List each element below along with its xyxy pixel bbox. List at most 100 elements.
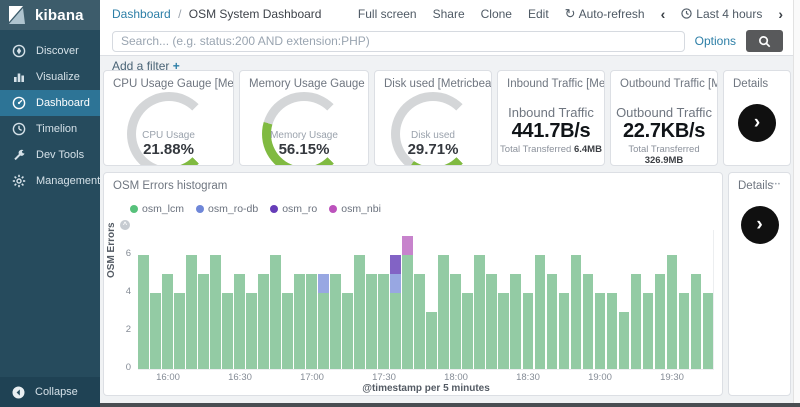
panel-title: Disk used [Metricbeat Syst...: [375, 71, 491, 90]
histogram-bar[interactable]: [198, 274, 209, 369]
y-axis-ticks: 0246: [118, 230, 134, 368]
histogram-bar[interactable]: [691, 274, 702, 369]
details-button[interactable]: ›: [738, 104, 776, 142]
histogram-bar[interactable]: [438, 255, 449, 369]
x-tick-label: 19:30: [660, 372, 684, 383]
time-back-button[interactable]: ‹: [661, 6, 666, 22]
disk-gauge[interactable]: Disk used 29.71%: [391, 92, 475, 162]
histogram-bar[interactable]: [607, 293, 618, 369]
legend-item-osm_ro[interactable]: osm_ro: [270, 203, 317, 215]
bar-segment-osm_lcm: [234, 274, 245, 369]
legend-toggle-icon[interactable]: ^: [120, 220, 130, 230]
histogram-bar[interactable]: [402, 236, 413, 369]
sidebar-item-dashboard[interactable]: Dashboard: [0, 90, 100, 116]
legend-item-osm_ro-db[interactable]: osm_ro-db: [196, 203, 258, 215]
y-tick-label: 2: [126, 324, 131, 335]
histogram-bar[interactable]: [535, 255, 546, 369]
time-range-picker[interactable]: Last 4 hours: [681, 7, 762, 21]
histogram-bar[interactable]: [703, 293, 714, 369]
histogram-bar[interactable]: [595, 293, 606, 369]
search-input[interactable]: [112, 31, 685, 52]
histogram-bar[interactable]: [583, 274, 594, 369]
search-button[interactable]: [746, 30, 783, 52]
histogram-bar[interactable]: [282, 293, 293, 369]
clone-button[interactable]: Clone: [481, 7, 512, 21]
timelion-clock-icon: [12, 122, 26, 136]
histogram-bar[interactable]: [366, 274, 377, 369]
histogram-bar[interactable]: [643, 293, 654, 369]
bar-segment-osm_lcm: [462, 293, 473, 369]
histogram-bar[interactable]: [162, 274, 173, 369]
histogram-bar[interactable]: [547, 274, 558, 369]
share-button[interactable]: Share: [433, 7, 465, 21]
auto-refresh-button[interactable]: ↻Auto-refresh: [565, 6, 645, 22]
histogram-bar[interactable]: [414, 274, 425, 369]
options-link[interactable]: Options: [695, 34, 736, 48]
histogram-bar[interactable]: [450, 274, 461, 369]
sidebar-item-management[interactable]: Management: [0, 168, 100, 194]
histogram-bar[interactable]: [486, 274, 497, 369]
bar-segment-osm_lcm: [270, 255, 281, 369]
histogram-bar[interactable]: [390, 255, 401, 369]
bar-segment-osm_lcm: [583, 274, 594, 369]
histogram-bar[interactable]: [186, 255, 197, 369]
full-screen-button[interactable]: Full screen: [358, 7, 417, 21]
sidebar-item-visualize[interactable]: Visualize: [0, 64, 100, 90]
histogram-bar[interactable]: [210, 255, 221, 369]
histogram-bar[interactable]: [306, 274, 317, 369]
details-button[interactable]: ›: [741, 206, 779, 244]
cpu-gauge[interactable]: CPU Usage 21.88%: [127, 92, 211, 162]
histogram-bar[interactable]: [342, 293, 353, 369]
histogram-bar[interactable]: [462, 293, 473, 369]
histogram-bar[interactable]: [318, 274, 329, 369]
histogram-bar[interactable]: [246, 293, 257, 369]
memory-gauge[interactable]: Memory Usage 56.15%: [262, 92, 346, 162]
bar-segment-osm_lcm: [426, 312, 437, 369]
histogram-bar[interactable]: [426, 312, 437, 369]
histogram-bar[interactable]: [631, 274, 642, 369]
histogram-bar[interactable]: [258, 274, 269, 369]
histogram-bar[interactable]: [510, 274, 521, 369]
histogram-bar[interactable]: [498, 293, 509, 369]
histogram-bar[interactable]: [138, 255, 149, 369]
histogram-bar[interactable]: [234, 274, 245, 369]
sidebar-collapse-button[interactable]: Collapse: [0, 377, 100, 407]
histogram-bar[interactable]: [619, 312, 630, 369]
histogram-bar[interactable]: [330, 274, 341, 369]
breadcrumb-dashboard-link[interactable]: Dashboard: [112, 7, 171, 21]
sidebar-item-discover[interactable]: Discover: [0, 38, 100, 64]
legend-dot: [329, 205, 337, 213]
histogram-bar[interactable]: [222, 293, 233, 369]
histogram-bar[interactable]: [571, 255, 582, 369]
legend-dot: [270, 205, 278, 213]
histogram-bar[interactable]: [150, 293, 161, 369]
sidebar-item-label: Dev Tools: [36, 149, 84, 161]
legend-item-osm_lcm[interactable]: osm_lcm: [130, 203, 184, 215]
panel-menu-icon[interactable]: •••: [772, 182, 781, 188]
kibana-logo[interactable]: kibana: [0, 0, 100, 30]
refresh-icon: ↻: [565, 6, 576, 21]
window-bottom-edge: [100, 403, 800, 407]
histogram-bar[interactable]: [270, 255, 281, 369]
sidebar-item-devtools[interactable]: Dev Tools: [0, 142, 100, 168]
metric-label: Inbound Traffic: [498, 105, 604, 120]
histogram-bar[interactable]: [378, 274, 389, 369]
histogram-bar[interactable]: [294, 274, 305, 369]
sidebar: kibana Discover Visualize Dashboard: [0, 0, 100, 407]
histogram-bar[interactable]: [679, 293, 690, 369]
sidebar-item-timelion[interactable]: Timelion: [0, 116, 100, 142]
histogram-bar[interactable]: [655, 274, 666, 369]
page-scrollbar[interactable]: [793, 0, 800, 407]
histogram-bar[interactable]: [523, 293, 534, 369]
time-forward-button[interactable]: ›: [778, 6, 783, 22]
legend-item-osm_nbi[interactable]: osm_nbi: [329, 203, 381, 215]
histogram-bar[interactable]: [474, 255, 485, 369]
histogram-bar[interactable]: [559, 293, 570, 369]
histogram-bar[interactable]: [354, 255, 365, 369]
histogram-bar[interactable]: [667, 255, 678, 369]
gauge-value: 29.71%: [391, 141, 475, 158]
edit-button[interactable]: Edit: [528, 7, 549, 21]
metric-value: 22.7KB/s: [611, 120, 717, 143]
histogram-bar[interactable]: [174, 293, 185, 369]
y-tick-label: 4: [126, 286, 131, 297]
